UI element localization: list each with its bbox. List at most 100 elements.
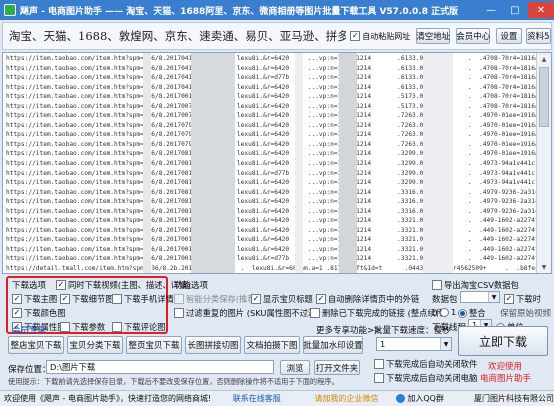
vertical-scrollbar[interactable]: ▲ ▼ [536,53,551,273]
window-title: 飓声 - 电商图片助手 —— 淘宝、天猫、1688阿里、京东、微商相册等图片批量… [20,6,459,17]
speed-select[interactable]: 1 ▼ [376,337,452,351]
auto-shutdown-checkbox[interactable]: 下载完成后自动关闭电脑 [374,372,477,384]
qq-group-button[interactable]: 加入QQ群 [396,393,444,404]
checkbox-mark: ✓ [12,294,22,304]
whole-shop-download-button[interactable]: 整店宝贝下载 [8,336,64,354]
status-bar: 欢迎使用《飓声 - 电商图片助手》，快速打造您的网络商城! 联系在线客服 请加我… [0,390,554,406]
app-icon [4,4,16,16]
download-color-image-checkbox[interactable]: ✓ 下载颜色图 [12,307,66,319]
download-review-image-label: 下载评论图 [124,322,166,332]
redaction-block [339,53,357,273]
export-csv-label: 导出淘宝CSV数据包 [444,280,519,290]
url-line: https://item.taobao.com/item.htm?spm=a36… [6,74,536,82]
contact-service-link[interactable]: 联系在线客服 [227,393,315,404]
chevron-down-icon: ▼ [488,292,499,302]
auto-close-app-checkbox[interactable]: 下载完成后自动关闭软件 [374,358,477,370]
checkbox-mark: ✓ [350,31,361,41]
remove-external-links-checkbox[interactable]: ✓ 自动删除详情页中的外链 [316,293,419,305]
browse-button[interactable]: 浏览 [280,360,310,375]
member-center-button[interactable]: 会员中心 [456,28,490,44]
radio-label: 整合 [469,308,486,318]
enterprise-wechat-text: 请加我的企业微信 [314,394,379,403]
url-line: https://detail.tmall.com/item.htm?spm=a3… [6,265,536,272]
auto-shutdown-label: 下载完成后自动关闭电脑 [386,373,478,383]
maximize-button[interactable]: □ [504,2,526,18]
remove-external-links-label: 自动删除详情页中的外链 [328,294,420,304]
checkbox-mark [112,322,122,332]
minimize-button[interactable]: — [480,2,502,18]
download-options-title: 下载选项 [12,281,47,291]
show-title-checkbox[interactable]: ✓ 显示宝贝标题 [251,293,313,305]
url-line: https://item.taobao.com/item.htm?spm=a36… [6,55,536,62]
checkbox-mark: ✓ [12,308,22,318]
radio-option-1[interactable]: 1 [440,307,456,317]
info-button[interactable]: 资料5 [525,28,551,44]
url-line: https://item.taobao.com/item.htm?spm=a36… [6,207,536,215]
smart-category-checkbox[interactable]: 智能分类保存(推荐) [174,293,259,305]
checkbox-mark [60,322,70,332]
export-csv-checkbox[interactable]: 导出淘宝CSV数据包 [432,279,519,291]
auto-close-app-label: 下载完成后自动关闭软件 [386,359,478,369]
long-image-stitch-button[interactable]: 长图拼接切图 [185,336,241,354]
radio-label: 1 [451,307,457,317]
delete-finished-links-checkbox[interactable]: 删除已下载完成的链接 (整点续传) [310,307,447,319]
download-video-checkbox[interactable]: ✓ 同时下载视频(主图、描述、详情) [56,279,191,291]
scroll-up-icon[interactable]: ▲ [537,53,551,65]
checkbox-mark: ✓ [60,294,70,304]
radio-option-merge[interactable]: 整合 [458,307,486,319]
checkbox-mark: ✓ [251,294,261,304]
url-line: https://item.taobao.com/item.htm?spm=a36… [6,169,536,177]
url-line: https://item.taobao.com/item.htm?spm=a36… [6,131,536,139]
settings-button[interactable]: 设置 [496,28,522,44]
url-line: https://item.taobao.com/item.htm?spm=a36… [6,236,536,244]
auto-resize-checkbox[interactable]: ✓ 下载时 [504,293,541,305]
checkbox-mark [374,373,384,383]
download-params-checkbox[interactable]: 下载参数 [60,321,105,333]
download-main-image-checkbox[interactable]: ✓ 下载主图 [12,293,57,305]
smart-category-label: 智能分类保存(推荐) [186,294,259,304]
filter-duplicates-label: 过滤重复的图片 (SKU属性图不过滤) [186,308,320,318]
url-line: https://item.taobao.com/item.htm?spm=a36… [6,150,536,158]
url-label: 淘宝、天猫、1688、敦煌网、京东、速卖通、易贝、亚马逊、拼多多等宝贝网址: [9,29,347,43]
function-options-title: 功能选项 [174,281,209,291]
radio-mark [440,307,449,317]
download-detail-image-checkbox[interactable]: ✓ 下载细节图 [60,293,114,305]
qq-icon [396,394,406,403]
redaction-block [143,53,151,273]
url-line: https://item.taobao.com/item.htm?spm=a36… [6,255,536,263]
start-download-button[interactable]: 立即下载 [458,326,548,356]
data-pack-select[interactable]: ▼ [460,291,500,303]
save-path-input[interactable]: D:\图片下载 [46,360,274,374]
url-line: https://item.taobao.com/item.htm?spm=a36… [6,160,536,168]
delete-finished-links-label: 删除已下载完成的链接 (整点续传) [322,308,448,318]
promo-line-1: 欢迎使用 [488,362,523,372]
title-bar: 飓声 - 电商图片助手 —— 淘宝、天猫、1688阿里、京东、微商相册等图片批量… [0,0,554,20]
clear-urls-button[interactable]: 清空地址 [416,28,450,44]
auto-paste-checkbox[interactable]: ✓ 自动粘贴网址 [350,31,410,42]
checkbox-mark [112,294,122,304]
open-folder-button[interactable]: 打开文件夹 [314,360,360,375]
member-section-title: 会员专享 [12,326,47,336]
url-line: https://item.taobao.com/item.htm?spm=a36… [6,217,536,225]
keep-video-label: 保留原始视频 [500,309,552,319]
filter-duplicates-checkbox[interactable]: 过滤重复的图片 (SKU属性图不过滤) [174,307,320,319]
url-line: https://item.taobao.com/item.htm?spm=a36… [6,140,536,148]
speed-label: 批量下载速度：慢秒 [374,326,451,336]
download-color-image-label: 下载颜色图 [24,308,66,318]
options-panel: 下载选项 ✓ 同时下载视频(主图、描述、详情) ✓ 下载主图 ✓ 下载细节图 下… [2,276,552,386]
scroll-down-icon[interactable]: ▼ [537,261,551,273]
url-list-textarea[interactable]: https://item.taobao.com/item.htm?spm=a36… [2,52,552,274]
scroll-thumb[interactable] [539,67,549,127]
close-button[interactable]: ✕ [528,2,554,18]
download-review-image-checkbox[interactable]: 下载评论图 [112,321,166,333]
download-mobile-detail-checkbox[interactable]: 下载手机详情 [112,293,174,305]
whole-page-download-button[interactable]: 整页宝贝下载 [126,336,182,354]
save-path-value: D:\图片下载 [50,362,96,372]
url-line: https://item.taobao.com/item.htm?spm=a36… [6,112,536,120]
doc-capture-button[interactable]: 文档拍摄下图 [244,336,300,354]
checkbox-mark: ✓ [316,294,326,304]
usage-hint: 使用提示：下载前请先选择保存目录，下载后不要改变保存位置，否则删除操作将不适用于… [8,377,339,386]
category-download-button[interactable]: 宝贝分类下载 [67,336,123,354]
watermark-settings-button[interactable]: 批量加水印设置 [303,336,363,354]
more-member-features-link[interactable]: 更多专享功能>> [316,324,381,336]
